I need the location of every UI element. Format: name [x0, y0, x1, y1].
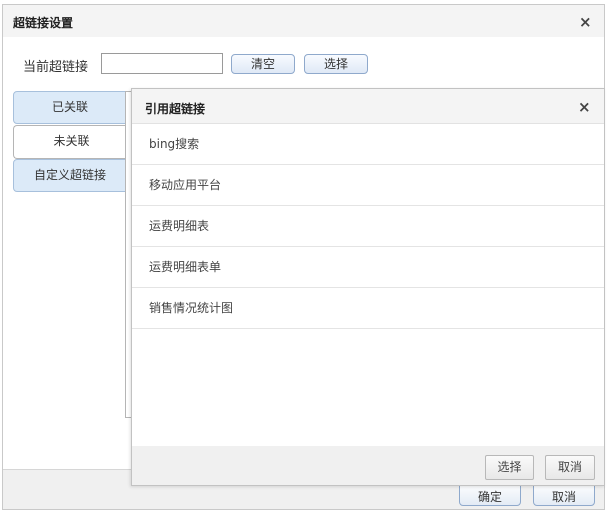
list-item[interactable]: bing搜索 — [132, 124, 604, 165]
panel-title: 引用超链接 — [145, 102, 206, 116]
tab-custom-hyperlink[interactable]: 自定义超链接 — [13, 159, 127, 192]
choose-button[interactable]: 选择 — [304, 54, 368, 74]
panel-close-icon[interactable]: × — [578, 100, 591, 115]
list-item[interactable]: 运费明细表 — [132, 206, 604, 247]
link-list: bing搜索 移动应用平台 运费明细表 运费明细表单 销售情况统计图 — [132, 124, 604, 329]
dialog-close-icon[interactable]: × — [579, 15, 592, 30]
tab-unlinked[interactable]: 未关联 — [13, 125, 129, 159]
current-link-input[interactable] — [101, 53, 223, 74]
list-item[interactable]: 移动应用平台 — [132, 165, 604, 206]
panel-header: 引用超链接 × — [132, 89, 604, 124]
dialog-title: 超链接设置 — [13, 16, 74, 30]
panel-select-button[interactable]: 选择 — [485, 455, 534, 480]
current-link-label: 当前超链接 — [23, 60, 89, 75]
clear-button[interactable]: 清空 — [231, 54, 295, 74]
panel-cancel-button[interactable]: 取消 — [545, 455, 595, 480]
reference-hyperlink-panel: 引用超链接 × bing搜索 移动应用平台 运费明细表 运费明细表单 销售情况统… — [131, 88, 605, 486]
dialog-header: 超链接设置 × — [3, 5, 604, 37]
tab-linked[interactable]: 已关联 — [13, 91, 127, 124]
list-item[interactable]: 运费明细表单 — [132, 247, 604, 288]
panel-footer: 选择 取消 — [132, 446, 604, 485]
list-item[interactable]: 销售情况统计图 — [132, 288, 604, 329]
